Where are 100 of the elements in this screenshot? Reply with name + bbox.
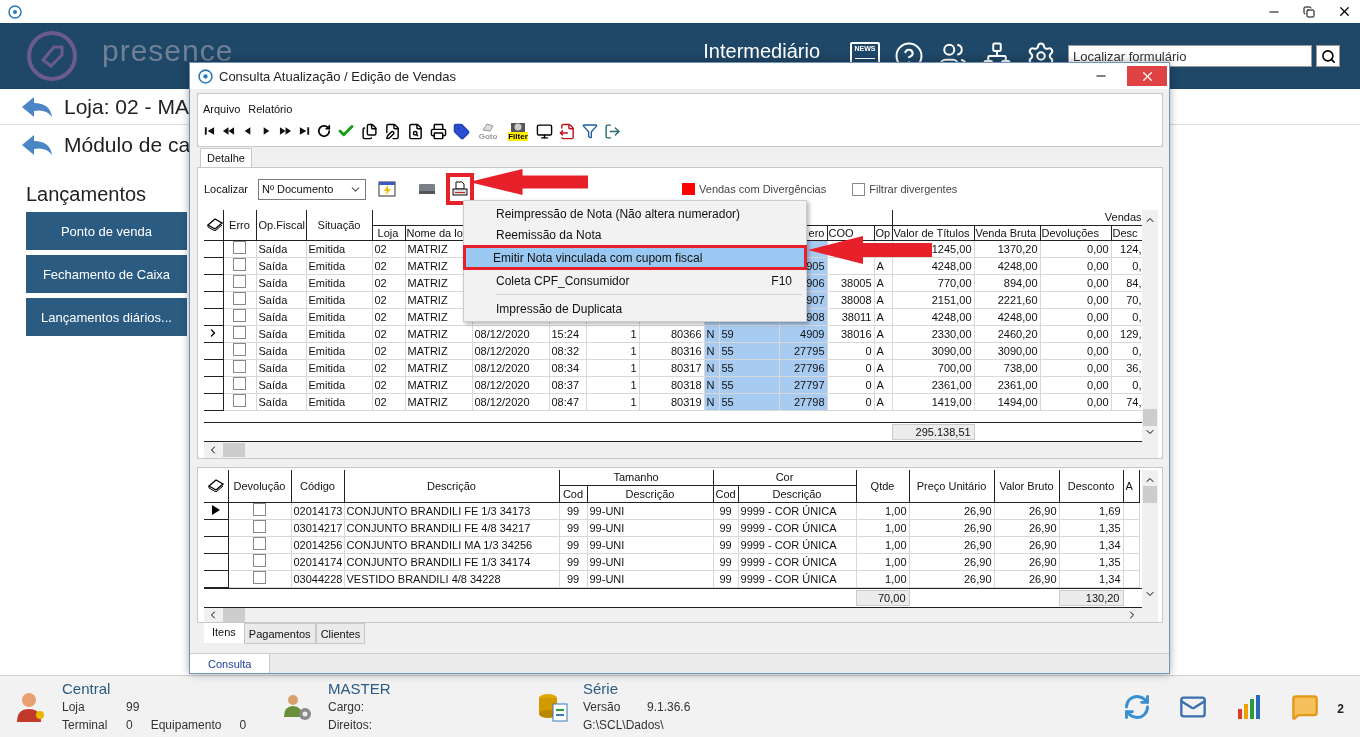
column-header: Desconto [1059, 470, 1124, 502]
rewind-icon[interactable] [222, 124, 235, 138]
notification-count: 2 [1337, 701, 1344, 716]
row-indicator[interactable] [204, 308, 223, 325]
lightning-document-icon[interactable] [378, 181, 397, 197]
row-indicator[interactable] [204, 240, 223, 257]
total-value: 130,20 [1059, 590, 1123, 605]
nav-button[interactable]: Ponto de venda [26, 212, 187, 250]
printer-icon[interactable] [452, 181, 469, 197]
row-indicator[interactable] [204, 291, 223, 308]
app-icon [198, 68, 213, 84]
last-icon[interactable] [298, 124, 311, 138]
funnel-icon[interactable] [582, 123, 598, 139]
checkbox[interactable] [233, 241, 246, 254]
status-text: Direitos: [328, 716, 373, 734]
sync-icon[interactable] [1123, 692, 1152, 721]
tag-icon[interactable] [453, 122, 470, 140]
checkbox[interactable] [253, 554, 266, 567]
checkbox[interactable] [253, 520, 266, 533]
tab[interactable]: Pagamentos [243, 623, 316, 644]
filter-label: Filtrar divergentes [869, 183, 958, 195]
edit-document-icon[interactable] [384, 122, 401, 140]
menu-item[interactable]: Arquivo [203, 103, 241, 115]
document-export-icon[interactable] [559, 122, 576, 140]
dialog-title: Consulta Atualização / Edição de Vendas [219, 68, 458, 84]
status-text: 0 [239, 716, 247, 734]
checkbox[interactable] [233, 258, 246, 271]
document-search-icon[interactable] [407, 122, 424, 140]
tab[interactable]: Consulta [190, 654, 270, 673]
row-indicator[interactable] [204, 570, 228, 587]
checkbox[interactable] [253, 571, 266, 584]
checkbox[interactable] [233, 292, 246, 305]
printer-icon[interactable] [430, 122, 447, 140]
column-header: Qtde [856, 470, 910, 502]
tab[interactable]: Clientes [315, 623, 366, 644]
row-indicator[interactable] [204, 376, 223, 393]
status-text: Versão [583, 698, 622, 716]
checkbox[interactable] [233, 343, 246, 356]
row-indicator[interactable] [204, 274, 223, 291]
status-text: 0 [126, 716, 133, 734]
back-arrow-icon[interactable] [20, 133, 54, 157]
group-header: Vendas [892, 210, 1142, 225]
logo-tag-icon [26, 30, 78, 82]
column-header: Devolução [228, 470, 291, 502]
tab[interactable]: Detalhe [200, 148, 252, 167]
checkbox[interactable] [233, 309, 246, 322]
row-indicator[interactable] [204, 519, 228, 536]
restore-icon[interactable] [1303, 5, 1315, 18]
status-text: G:\SCL\Dados\ [583, 716, 664, 734]
group-header: Tamanho [559, 470, 713, 485]
checkbox[interactable] [852, 182, 866, 196]
row-indicator[interactable] [204, 325, 223, 342]
horizontal-scrollbar[interactable] [204, 442, 1142, 458]
level-label: Intermediário [703, 41, 820, 61]
logo-wordmark: presence [102, 36, 234, 66]
search-field[interactable]: Localizar formulário [1068, 45, 1312, 67]
status-title: MASTER [328, 679, 392, 698]
nav-button[interactable]: Lançamentos diários... [26, 298, 187, 336]
close-button[interactable] [1127, 66, 1167, 86]
status-text: 99 [126, 698, 140, 716]
checkbox[interactable] [233, 394, 246, 407]
checkbox[interactable] [253, 537, 266, 550]
row-indicator[interactable] [204, 342, 223, 359]
row-indicator[interactable] [204, 536, 228, 553]
row-indicator[interactable] [204, 502, 228, 519]
search-dropdown[interactable]: Nº Documento [258, 178, 367, 200]
menu-item[interactable]: Emitir Nota vinculada com cupom fiscal [463, 245, 807, 270]
monitor-icon[interactable] [536, 122, 553, 140]
exit-icon[interactable] [604, 122, 621, 140]
back-arrow-icon[interactable] [20, 94, 54, 119]
module-title: Módulo de ca [64, 133, 191, 157]
column-header: Valor Bruto [994, 470, 1060, 502]
menu-item[interactable]: Reimpressão de Nota (Não altera numerador) [466, 203, 804, 224]
row-indicator[interactable] [204, 257, 223, 274]
scroll-thumb[interactable] [1143, 409, 1157, 426]
search-button[interactable] [1316, 45, 1340, 67]
divergence-marker [682, 183, 696, 195]
checkbox[interactable] [233, 360, 246, 373]
refresh-icon[interactable] [317, 124, 331, 138]
column-header: Erro [223, 210, 256, 240]
checkbox[interactable] [233, 377, 246, 390]
scroll-thumb[interactable] [223, 443, 245, 457]
first-icon[interactable] [203, 124, 216, 138]
checkbox[interactable] [233, 326, 246, 339]
vertical-scrollbar[interactable] [1142, 210, 1158, 458]
vertical-scrollbar[interactable] [1142, 470, 1158, 622]
checkbox[interactable] [233, 275, 246, 288]
close-icon[interactable] [1337, 4, 1352, 19]
row-indicator[interactable] [204, 393, 223, 410]
checkbox[interactable] [253, 503, 266, 516]
tab[interactable]: Itens [204, 623, 244, 643]
menu-item[interactable]: Relatório [248, 103, 293, 115]
row-indicator[interactable] [204, 359, 223, 376]
total-value: 295.138,51 [892, 424, 975, 440]
nav-button[interactable]: Fechamento de Caixa [26, 255, 187, 293]
scroll-thumb[interactable] [1143, 486, 1157, 503]
drive-icon[interactable] [418, 183, 437, 195]
row-indicator[interactable] [204, 553, 228, 570]
column-header: Código [291, 470, 344, 502]
pages-icon[interactable] [361, 122, 378, 140]
